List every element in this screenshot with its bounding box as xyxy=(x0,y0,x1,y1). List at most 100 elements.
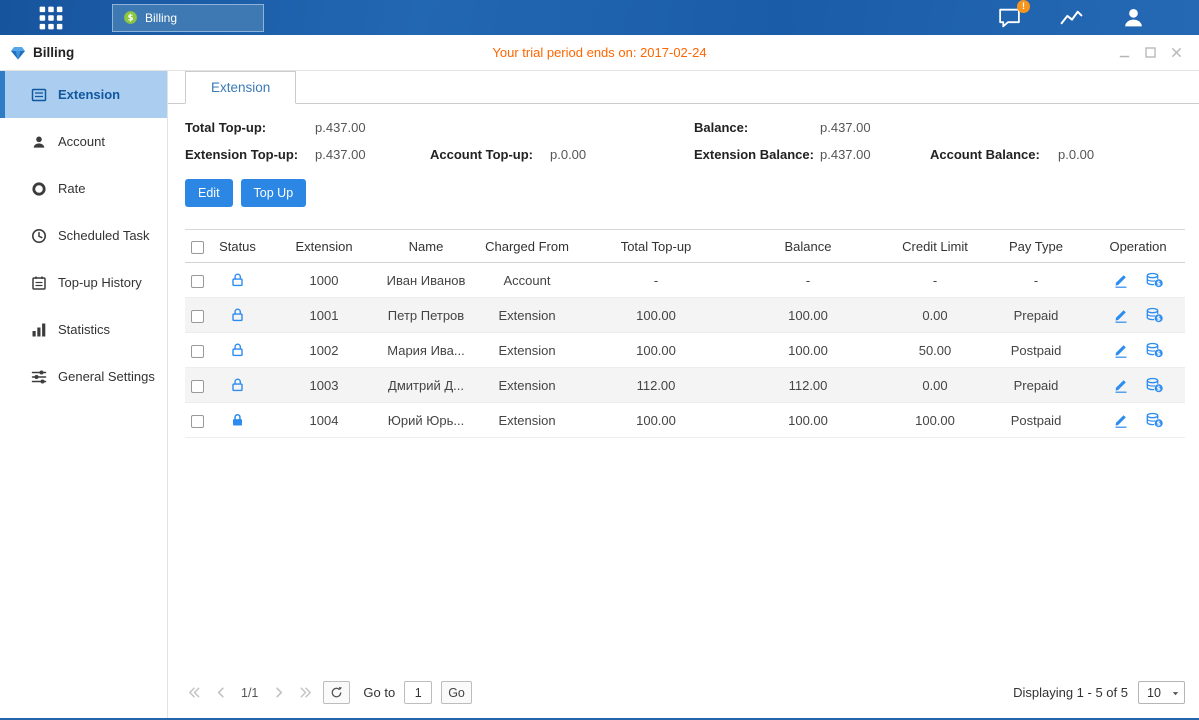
page-indicator: 1/1 xyxy=(239,686,260,700)
row-checkbox[interactable] xyxy=(191,275,204,288)
top-up-row-icon[interactable] xyxy=(1145,377,1164,393)
sidebar-item-scheduled-task[interactable]: Scheduled Task xyxy=(0,212,167,259)
edit-button[interactable]: Edit xyxy=(185,179,233,207)
chevron-left-icon xyxy=(214,685,229,700)
cell-name: Дмитрий Д... xyxy=(383,368,469,403)
cell-extension: 1004 xyxy=(265,403,383,438)
sidebar-item-general-settings[interactable]: General Settings xyxy=(0,353,167,400)
account-balance-value: p.0.00 xyxy=(1058,147,1185,162)
top-up-row-icon[interactable] xyxy=(1145,272,1164,288)
monitor-button[interactable] xyxy=(1057,4,1085,32)
clock-icon xyxy=(31,228,47,244)
edit-row-icon[interactable] xyxy=(1113,412,1129,428)
last-page-button[interactable] xyxy=(296,684,314,702)
main-panel: Extension Total Top-up: p.437.00 Balance… xyxy=(168,71,1199,718)
lock-open-icon[interactable] xyxy=(230,272,245,288)
sidebar-item-label: General Settings xyxy=(58,369,155,384)
page-size-select[interactable]: 10 xyxy=(1138,681,1185,704)
topbar-actions: ! xyxy=(995,4,1147,32)
column-header-total-topup: Total Top-up xyxy=(585,230,727,263)
sidebar-item-account[interactable]: Account xyxy=(0,118,167,165)
cell-balance: 100.00 xyxy=(727,298,889,333)
prev-page-button[interactable] xyxy=(212,684,230,702)
cell-total-topup: 112.00 xyxy=(585,368,727,403)
minimize-button[interactable] xyxy=(1116,44,1133,61)
lock-open-icon[interactable] xyxy=(230,377,245,393)
row-checkbox[interactable] xyxy=(191,415,204,428)
sidebar-item-statistics[interactable]: Statistics xyxy=(0,306,167,353)
row-checkbox[interactable] xyxy=(191,380,204,393)
account-topup-value: p.0.00 xyxy=(550,147,694,162)
calendar-icon xyxy=(31,275,47,291)
lock-open-icon[interactable] xyxy=(230,342,245,358)
account-balance-label: Account Balance: xyxy=(930,147,1058,162)
minimize-icon xyxy=(1117,45,1132,60)
select-all-checkbox[interactable] xyxy=(191,241,204,254)
account-topup-label: Account Top-up: xyxy=(430,147,550,162)
cell-pay-type: Prepaid xyxy=(981,298,1091,333)
lock-closed-icon[interactable] xyxy=(230,412,245,428)
double-chevron-right-icon xyxy=(298,685,313,700)
cell-charged-from: Account xyxy=(469,263,585,298)
top-up-row-icon[interactable] xyxy=(1145,342,1164,358)
column-header-name: Name xyxy=(383,230,469,263)
sidebar-item-extension[interactable]: Extension xyxy=(0,71,167,118)
window-title-group: Billing xyxy=(10,45,74,61)
cell-credit-limit: 0.00 xyxy=(889,368,981,403)
edit-row-icon[interactable] xyxy=(1113,342,1129,358)
billing-gem-icon xyxy=(10,45,26,61)
pagination-bar: 1/1 Go to Go Displaying 1 - 5 of 5 10 xyxy=(185,681,1185,708)
extension-balance-label: Extension Balance: xyxy=(694,147,820,162)
cell-balance: 100.00 xyxy=(727,333,889,368)
cell-charged-from: Extension xyxy=(469,368,585,403)
cell-pay-type: Postpaid xyxy=(981,333,1091,368)
refresh-button[interactable] xyxy=(323,681,350,704)
lock-open-icon[interactable] xyxy=(230,307,245,323)
cell-credit-limit: 100.00 xyxy=(889,403,981,438)
goto-page-input[interactable] xyxy=(404,681,432,704)
row-checkbox[interactable] xyxy=(191,345,204,358)
caret-down-icon xyxy=(1170,688,1181,699)
top-up-button[interactable]: Top Up xyxy=(241,179,307,207)
workspace: Extension Account Rate Scheduled Task To… xyxy=(0,71,1199,718)
billing-app-window: Billing ! Billing Your trial period ends… xyxy=(0,0,1199,720)
maximize-button[interactable] xyxy=(1142,44,1159,61)
row-checkbox[interactable] xyxy=(191,310,204,323)
tab-extension[interactable]: Extension xyxy=(185,71,296,104)
billing-app-tab[interactable]: Billing xyxy=(112,4,264,32)
cell-extension: 1003 xyxy=(265,368,383,403)
apps-grid-button[interactable] xyxy=(36,3,66,33)
go-button[interactable]: Go xyxy=(441,681,472,704)
cell-credit-limit: - xyxy=(889,263,981,298)
close-button[interactable] xyxy=(1168,44,1185,61)
sidebar-item-rate[interactable]: Rate xyxy=(0,165,167,212)
billing-app-tab-label: Billing xyxy=(145,11,177,25)
tabstrip: Extension xyxy=(168,71,1199,104)
edit-row-icon[interactable] xyxy=(1113,272,1129,288)
edit-row-icon[interactable] xyxy=(1113,307,1129,323)
refresh-icon xyxy=(330,686,343,699)
sidebar-item-topup-history[interactable]: Top-up History xyxy=(0,259,167,306)
user-menu-button[interactable] xyxy=(1119,4,1147,32)
cell-name: Юрий Юрь... xyxy=(383,403,469,438)
extension-content: Total Top-up: p.437.00 Balance: p.437.00… xyxy=(168,104,1199,718)
edit-row-icon[interactable] xyxy=(1113,377,1129,393)
action-buttons: Edit Top Up xyxy=(185,179,1185,207)
maximize-icon xyxy=(1143,45,1158,60)
column-header-pay-type: Pay Type xyxy=(981,230,1091,263)
top-up-row-icon[interactable] xyxy=(1145,307,1164,323)
notifications-button[interactable]: ! xyxy=(995,4,1023,32)
cell-name: Петр Петров xyxy=(383,298,469,333)
account-icon xyxy=(31,134,47,150)
sidebar-item-label: Extension xyxy=(58,87,120,102)
cell-extension: 1000 xyxy=(265,263,383,298)
cell-total-topup: 100.00 xyxy=(585,333,727,368)
first-page-button[interactable] xyxy=(185,684,203,702)
cell-balance: 112.00 xyxy=(727,368,889,403)
extensions-table: Status Extension Name Charged From Total… xyxy=(185,229,1185,438)
trial-notice: Your trial period ends on: 2017-02-24 xyxy=(0,45,1199,60)
next-page-button[interactable] xyxy=(269,684,287,702)
top-up-row-icon[interactable] xyxy=(1145,412,1164,428)
column-header-operation: Operation xyxy=(1091,230,1185,263)
table-row: 1003 Дмитрий Д... Extension 112.00 112.0… xyxy=(185,368,1185,403)
